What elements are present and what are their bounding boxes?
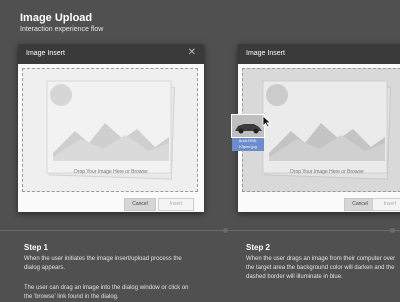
- step1-description: When the user initiates the image insert…: [24, 256, 182, 271]
- image-insert-dialog-step1: Image Insert ✕ Drop Your Image Here or B…: [18, 44, 204, 212]
- step2-description: When the user drags an image from their …: [246, 256, 396, 280]
- step1-title: Step 1: [24, 243, 49, 252]
- car-image-icon: [232, 115, 264, 137]
- dialog-footer: Cancel Insert: [238, 194, 400, 212]
- image-placeholder: Drop Your Image Here or Browse: [261, 77, 393, 181]
- dialog-header: Image Insert: [238, 44, 400, 64]
- dialog-header: Image Insert ✕: [18, 44, 204, 64]
- placeholder-photo-icon: [262, 80, 392, 180]
- timeline-line: [0, 230, 400, 231]
- dragged-filename: Audi-RS5-K5pec.jpg: [232, 138, 264, 151]
- timeline-dot: [390, 228, 395, 233]
- cancel-button[interactable]: Cancel: [124, 198, 156, 211]
- drop-prompt[interactable]: Drop Your Image Here or Browse: [45, 169, 177, 175]
- drop-zone[interactable]: Drop Your Image Here or Browse: [22, 68, 198, 192]
- page-subtitle: Interaction experience flow: [20, 26, 104, 33]
- page-title: Image Upload: [20, 12, 93, 24]
- dialog-title: Image Insert: [246, 50, 285, 57]
- timeline-dot: [223, 228, 228, 233]
- dragged-file[interactable]: Audi-RS5-K5pec.jpg: [231, 114, 265, 151]
- step2-title: Step 2: [246, 243, 271, 252]
- dialog-title: Image Insert: [26, 50, 65, 57]
- close-icon[interactable]: ✕: [188, 48, 196, 58]
- cursor-icon: [262, 115, 272, 128]
- car-photo-thumbnail: [231, 114, 265, 138]
- insert-button[interactable]: Insert: [158, 198, 194, 211]
- drop-zone-active[interactable]: Drop Your Image Here or Browse: [242, 68, 400, 192]
- drop-prompt[interactable]: Drop Your Image Here or Browse: [261, 169, 393, 175]
- dialog-footer: Cancel Insert: [18, 194, 204, 212]
- step1-description-2: The user can drag an image into the dial…: [24, 285, 189, 300]
- image-placeholder: Drop Your Image Here or Browse: [45, 77, 177, 181]
- insert-button[interactable]: Insert: [372, 198, 400, 211]
- placeholder-photo-icon: [46, 80, 176, 180]
